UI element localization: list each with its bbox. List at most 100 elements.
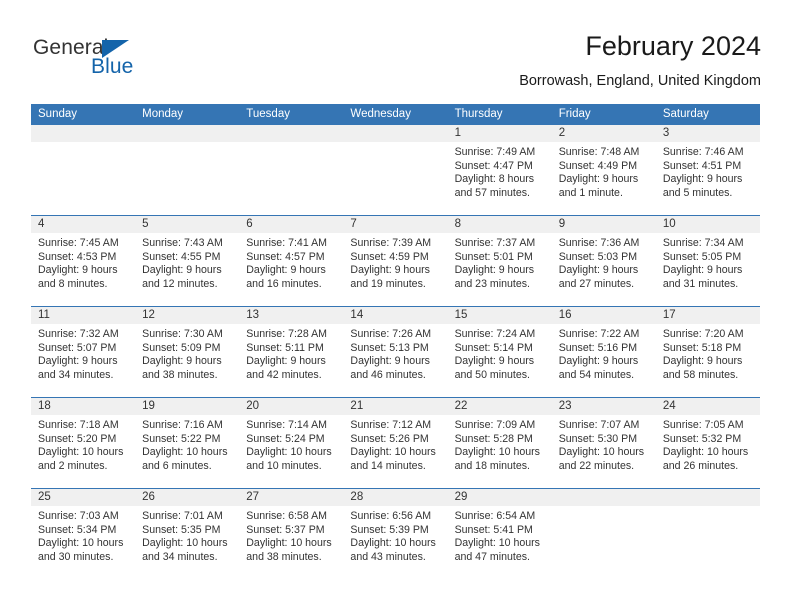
day-number-8[interactable]: 8 — [448, 216, 552, 233]
day-cell-5[interactable]: Sunrise: 7:43 AM Sunset: 4:55 PM Daylight:… — [135, 233, 239, 306]
day-info-line: and 23 minutes. — [454, 277, 530, 290]
day-info-line: Sunset: 5:24 PM — [246, 432, 325, 445]
day-info-line: Sunset: 5:34 PM — [38, 523, 117, 536]
day-info-line: Sunrise: 7:14 AM — [246, 419, 327, 431]
day-info-line: Daylight: 9 hours — [454, 355, 535, 368]
page-subtitle: Borrowash, England, United Kingdom — [519, 73, 761, 89]
day-number-3[interactable]: 3 — [656, 125, 760, 142]
day-number-4[interactable]: 4 — [31, 216, 135, 233]
day-info-line: Sunrise: 7:36 AM — [558, 237, 640, 249]
day-info-line: and 8 minutes. — [38, 277, 108, 290]
day-number-28[interactable]: 28 — [343, 489, 447, 506]
day-cell-7[interactable]: Sunrise: 7:39 AM Sunset: 4:59 PM Daylight:… — [343, 233, 447, 306]
day-number-21[interactable]: 21 — [343, 398, 447, 415]
day-number-1[interactable]: 1 — [448, 125, 552, 142]
day-cell-4[interactable]: Sunrise: 7:45 AM Sunset: 4:53 PM Daylight:… — [31, 233, 135, 306]
day-cell-18[interactable]: Sunrise: 7:18 AM Sunset: 5:20 PM Daylight:… — [31, 415, 135, 488]
day-number-26[interactable]: 26 — [135, 489, 239, 506]
day-info-line: and 26 minutes. — [662, 459, 739, 472]
day-info-line: and 31 minutes. — [662, 277, 739, 290]
day-info-line: Sunrise: 7:01 AM — [142, 510, 223, 522]
day-cell-8[interactable]: Sunrise: 7:37 AM Sunset: 5:01 PM Daylight:… — [448, 233, 552, 306]
day-info-line: Daylight: 10 hours — [38, 446, 124, 459]
day-cell-12[interactable]: Sunrise: 7:30 AM Sunset: 5:09 PM Daylight:… — [135, 324, 239, 397]
day-info-line: Daylight: 9 hours — [38, 355, 118, 368]
day-cell-25[interactable]: Sunrise: 7:03 AM Sunset: 5:34 PM Daylight:… — [31, 506, 135, 566]
day-number-22[interactable]: 22 — [448, 398, 552, 415]
day-cell-23[interactable]: Sunrise: 7:07 AM Sunset: 5:30 PM Daylight:… — [552, 415, 656, 488]
day-cell-2[interactable]: Sunrise: 7:48 AM Sunset: 4:49 PM Daylight:… — [552, 142, 656, 215]
day-number-27[interactable]: 27 — [239, 489, 343, 506]
day-info-line: Sunset: 5:20 PM — [38, 432, 117, 445]
day-cell-15[interactable]: Sunrise: 7:24 AM Sunset: 5:14 PM Daylight:… — [448, 324, 552, 397]
day-cell-6[interactable]: Sunrise: 7:41 AM Sunset: 4:57 PM Daylight:… — [239, 233, 343, 306]
day-number-10[interactable]: 10 — [656, 216, 760, 233]
day-cell-24[interactable]: Sunrise: 7:05 AM Sunset: 5:32 PM Daylight:… — [656, 415, 760, 488]
page-header: General Blue February 2024 Borrowash, En… — [31, 30, 761, 98]
day-number-15[interactable]: 15 — [448, 307, 552, 324]
day-info-line: Sunrise: 7:16 AM — [142, 419, 223, 431]
day-cell-10[interactable]: Sunrise: 7:34 AM Sunset: 5:05 PM Daylight:… — [656, 233, 760, 306]
day-number-29[interactable]: 29 — [448, 489, 552, 506]
day-number-20[interactable]: 20 — [239, 398, 343, 415]
day-cell-26[interactable]: Sunrise: 7:01 AM Sunset: 5:35 PM Daylight:… — [135, 506, 239, 566]
day-cell-empty — [31, 142, 135, 215]
day-number-17[interactable]: 17 — [656, 307, 760, 324]
calendar-week-row: 1 2 3 Sunrise: 7:49 AM Sunset: 4:47 PM Daylig… — [31, 125, 760, 215]
day-cell-9[interactable]: Sunrise: 7:36 AM Sunset: 5:03 PM Daylight:… — [552, 233, 656, 306]
day-info-line: Daylight: 9 hours — [350, 355, 430, 368]
day-cell-22[interactable]: Sunrise: 7:09 AM Sunset: 5:28 PM Daylight:… — [448, 415, 552, 488]
day-cell-20[interactable]: Sunrise: 7:14 AM Sunset: 5:24 PM Daylight:… — [239, 415, 343, 488]
day-number-18[interactable]: 18 — [31, 398, 135, 415]
day-info-line: Sunrise: 7:12 AM — [350, 419, 432, 431]
day-cell-14[interactable]: Sunrise: 7:26 AM Sunset: 5:13 PM Daylight:… — [343, 324, 447, 397]
day-info-line: Sunset: 5:18 PM — [662, 341, 742, 354]
day-number-7[interactable]: 7 — [343, 216, 447, 233]
day-info-line: Sunset: 5:32 PM — [662, 432, 742, 445]
day-number-12[interactable]: 12 — [135, 307, 239, 324]
date-number-row: 18 19 20 21 22 23 24 — [31, 398, 760, 415]
day-info-line: Sunset: 4:47 PM — [454, 159, 533, 172]
day-number-16[interactable]: 16 — [552, 307, 656, 324]
day-cell-16[interactable]: Sunrise: 7:22 AM Sunset: 5:16 PM Daylight:… — [552, 324, 656, 397]
day-number-9[interactable]: 9 — [552, 216, 656, 233]
day-cell-11[interactable]: Sunrise: 7:32 AM Sunset: 5:07 PM Daylight:… — [31, 324, 135, 397]
day-number-19[interactable]: 19 — [135, 398, 239, 415]
day-cell-1[interactable]: Sunrise: 7:49 AM Sunset: 4:47 PM Daylight:… — [448, 142, 552, 215]
calendar-page: General Blue February 2024 Borrowash, En… — [0, 0, 792, 612]
day-number-25[interactable]: 25 — [31, 489, 135, 506]
day-info-line: Daylight: 9 hours — [38, 264, 118, 277]
day-number-empty — [31, 125, 135, 142]
day-number-24[interactable]: 24 — [656, 398, 760, 415]
date-number-row: 11 12 13 14 15 16 17 — [31, 307, 760, 324]
day-number-6[interactable]: 6 — [239, 216, 343, 233]
day-detail-row: Sunrise: 7:49 AM Sunset: 4:47 PM Daylight:… — [31, 142, 760, 215]
day-cell-28[interactable]: Sunrise: 6:56 AM Sunset: 5:39 PM Daylight:… — [343, 506, 447, 566]
weekday-header-sunday: Sunday — [38, 108, 78, 120]
day-number-13[interactable]: 13 — [239, 307, 343, 324]
day-cell-3[interactable]: Sunrise: 7:46 AM Sunset: 4:51 PM Daylight:… — [656, 142, 760, 215]
day-info-line: Sunset: 5:09 PM — [142, 341, 221, 354]
day-info-line: Sunrise: 6:58 AM — [246, 510, 327, 522]
general-blue-logo[interactable]: General Blue — [31, 36, 231, 88]
day-number-14[interactable]: 14 — [343, 307, 447, 324]
day-info-line: Sunset: 5:14 PM — [454, 341, 533, 354]
day-number-5[interactable]: 5 — [135, 216, 239, 233]
day-cell-17[interactable]: Sunrise: 7:20 AM Sunset: 5:18 PM Daylight:… — [656, 324, 760, 397]
day-info-line: Daylight: 9 hours — [142, 264, 222, 277]
day-cell-13[interactable]: Sunrise: 7:28 AM Sunset: 5:11 PM Daylight:… — [239, 324, 343, 397]
day-number-11[interactable]: 11 — [31, 307, 135, 324]
day-info-line: Sunrise: 7:49 AM — [454, 146, 536, 158]
day-cell-27[interactable]: Sunrise: 6:58 AM Sunset: 5:37 PM Daylight:… — [239, 506, 343, 566]
day-cell-empty — [239, 142, 343, 215]
day-cell-29[interactable]: Sunrise: 6:54 AM Sunset: 5:41 PM Daylight:… — [448, 506, 552, 566]
day-info-line: and 34 minutes. — [38, 368, 114, 381]
day-number-2[interactable]: 2 — [552, 125, 656, 142]
day-info-line: Daylight: 9 hours — [662, 355, 743, 368]
day-cell-21[interactable]: Sunrise: 7:12 AM Sunset: 5:26 PM Daylight:… — [343, 415, 447, 488]
day-number-23[interactable]: 23 — [552, 398, 656, 415]
day-cell-19[interactable]: Sunrise: 7:16 AM Sunset: 5:22 PM Daylight:… — [135, 415, 239, 488]
day-info-line: and 22 minutes. — [558, 459, 635, 472]
day-info-line: and 38 minutes. — [246, 550, 322, 563]
day-info-line: Sunset: 5:07 PM — [38, 341, 117, 354]
